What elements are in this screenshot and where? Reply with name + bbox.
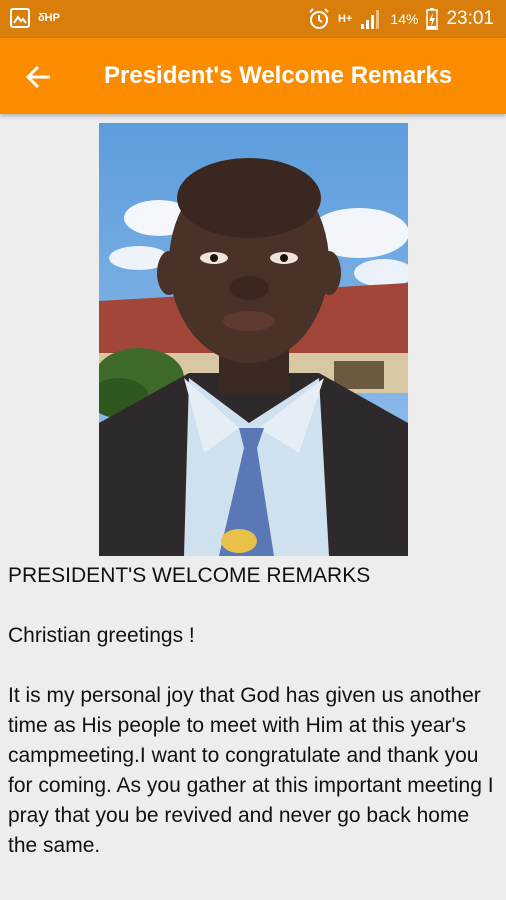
- article-paragraph: It is my personal joy that God has given…: [8, 684, 494, 857]
- image-notification-icon: [10, 8, 30, 28]
- battery-percent: 14%: [390, 11, 419, 27]
- page-title: President's Welcome Remarks: [104, 62, 453, 89]
- app-notification-label: δ̇HP: [38, 12, 60, 24]
- president-photo: [99, 123, 408, 556]
- article-body: PRESIDENT'S WELCOME REMARKS Christian gr…: [8, 561, 500, 891]
- article-greeting: Christian greetings !: [8, 624, 195, 647]
- article-heading: PRESIDENT'S WELCOME REMARKS: [8, 564, 371, 587]
- back-button[interactable]: [22, 60, 56, 94]
- app-bar: President's Welcome Remarks: [0, 38, 506, 114]
- battery-charging-icon: [426, 8, 439, 30]
- network-type-label: H+: [338, 13, 353, 25]
- arrow-back-icon: [25, 65, 50, 89]
- signal-icon: [361, 10, 380, 29]
- status-bar: δ̇HP H+ 14% 23:01: [0, 0, 506, 38]
- alarm-icon: [309, 8, 329, 29]
- clock: 23:01: [446, 8, 494, 29]
